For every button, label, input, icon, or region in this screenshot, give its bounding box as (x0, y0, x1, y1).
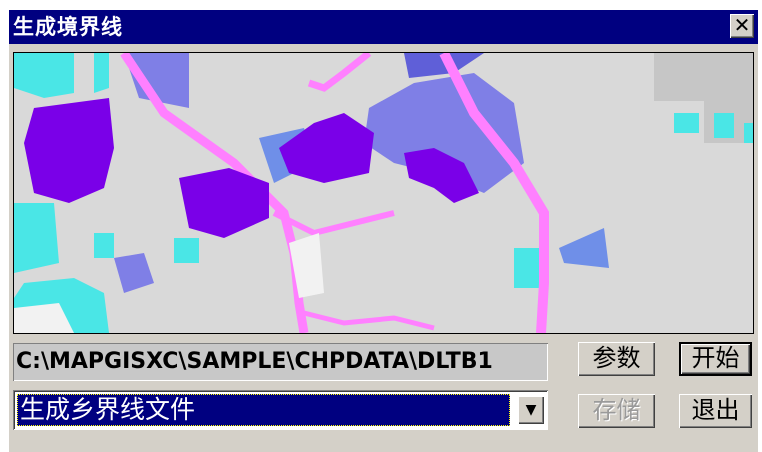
dialog-window: 生成境界线 ✕ C:\MAPGISXC\SAMPLE\CHPDATA\DLTB1… (9, 10, 758, 452)
close-button[interactable]: ✕ (730, 14, 754, 38)
save-button[interactable]: 存储 (578, 394, 655, 428)
close-icon: ✕ (733, 13, 751, 37)
map-water-patch (94, 53, 109, 93)
dropdown-arrow-button[interactable]: ▼ (518, 396, 544, 424)
map-preview[interactable] (13, 52, 754, 334)
start-button[interactable]: 开始 (679, 342, 752, 376)
map-water-patch (674, 113, 699, 133)
map-water-patch (94, 233, 114, 258)
map-residential-area (24, 98, 114, 203)
params-button[interactable]: 参数 (578, 342, 655, 376)
map-water-patch (14, 203, 59, 273)
file-path-field[interactable]: C:\MAPGISXC\SAMPLE\CHPDATA\DLTB1 (13, 343, 548, 381)
map-water-patch (744, 123, 753, 143)
exit-button[interactable]: 退出 (679, 394, 752, 428)
dialog-title: 生成境界线 (13, 15, 123, 39)
map-water-patch (174, 238, 199, 263)
output-type-select[interactable]: 生成乡界线文件 ▼ (13, 390, 548, 430)
map-water-patch (514, 248, 542, 288)
chevron-down-icon: ▼ (525, 402, 537, 418)
map-canvas (14, 53, 753, 333)
output-type-selected-value[interactable]: 生成乡界线文件 (17, 394, 510, 426)
title-bar[interactable]: 生成境界线 ✕ (9, 10, 758, 44)
map-water-patch (714, 113, 734, 138)
